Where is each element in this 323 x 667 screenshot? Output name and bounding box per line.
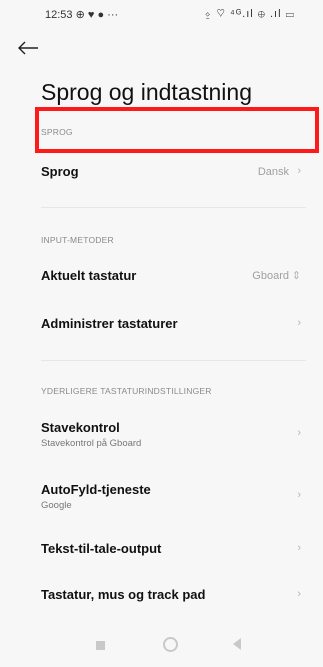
row-stavekontrol[interactable]: Stavekontrol Stavekontrol på Gboard ›: [0, 414, 323, 456]
row-autofyld[interactable]: AutoFyld-tjeneste Google ›: [0, 476, 323, 518]
chevron-right-icon: ›: [297, 427, 301, 439]
page-title: Sprog og indtastning: [41, 79, 252, 105]
nav-back-icon[interactable]: [233, 638, 241, 650]
status-bar: 12:53 ⊕ ♥ ● ··· ⍚ ♡ ⁴ᴳ.ıl ⊕ .ıl ▭: [0, 0, 323, 28]
divider: [41, 360, 306, 361]
notification-icons: ⊕ ♥ ● ···: [75, 9, 119, 21]
navigation-bar: [0, 624, 323, 667]
row-sublabel: Stavekontrol på Gboard: [41, 438, 142, 449]
row-label: AutoFyld-tjeneste: [41, 482, 151, 497]
divider: [41, 207, 306, 208]
chevron-updown-icon: ⇕: [291, 270, 301, 282]
chevron-right-icon: ›: [297, 588, 301, 600]
row-label: Stavekontrol: [41, 420, 120, 435]
row-sprog[interactable]: Sprog Dansk ›: [0, 158, 323, 188]
chevron-right-icon: ›: [297, 542, 301, 554]
chevron-right-icon: ›: [297, 489, 301, 501]
recents-icon[interactable]: [96, 641, 105, 650]
row-label: Tekst-til-tale-output: [41, 541, 162, 556]
row-aktuelt-tastatur[interactable]: Aktuelt tastatur Gboard ⇕: [0, 262, 323, 292]
row-label: Aktuelt tastatur: [41, 268, 137, 283]
back-arrow-icon[interactable]: [16, 40, 40, 56]
row-administrer-tastaturer[interactable]: Administrer tastaturer ›: [0, 310, 323, 340]
row-label: Sprog: [41, 164, 79, 179]
highlight-box: [35, 107, 319, 153]
row-label: Tastatur, mus og track pad: [41, 587, 206, 602]
chevron-right-icon: ›: [297, 317, 301, 329]
row-value: Gboard: [252, 270, 289, 282]
status-time: 12:53 ⊕ ♥ ● ···: [45, 8, 118, 21]
chevron-right-icon: ›: [297, 165, 301, 177]
home-icon[interactable]: [163, 637, 178, 652]
section-header-more: YDERLIGERE TASTATURINDSTILLINGER: [41, 386, 212, 396]
clock: 12:53: [45, 9, 73, 21]
row-value: Dansk: [257, 166, 289, 178]
row-tekst-til-tale[interactable]: Tekst-til-tale-output ›: [0, 536, 323, 566]
row-label: Administrer tastaturer: [41, 316, 178, 331]
section-header-input: INPUT-METODER: [41, 235, 114, 245]
system-icons: ⍚ ♡ ⁴ᴳ.ıl ⊕ .ıl ▭: [204, 8, 295, 20]
row-sublabel: Google: [41, 500, 72, 511]
row-tastatur-mus[interactable]: Tastatur, mus og track pad ›: [0, 582, 323, 612]
